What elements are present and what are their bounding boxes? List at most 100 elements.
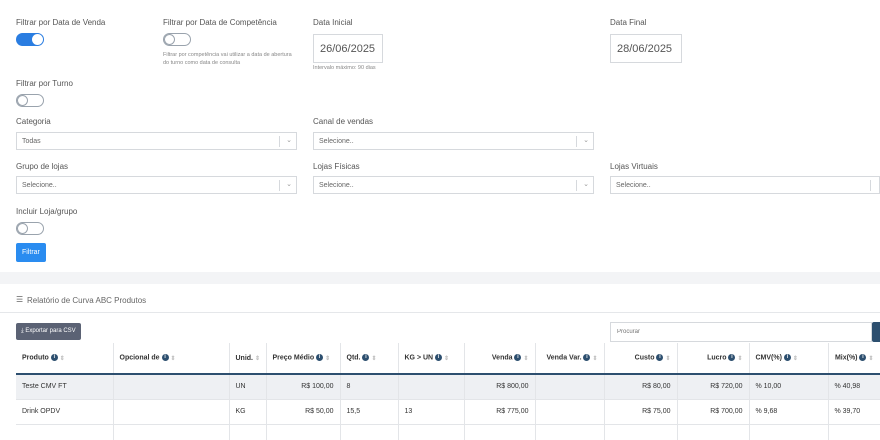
turno-label: Filtrar por Turno xyxy=(16,79,73,88)
select-divider xyxy=(870,180,871,191)
info-icon: i xyxy=(583,354,591,362)
data-competencia-label: Filtrar por Data de Competência xyxy=(163,18,277,27)
categoria-label: Categoria xyxy=(16,117,51,126)
info-icon: i xyxy=(316,354,324,362)
data-final-label: Data Final xyxy=(610,18,647,27)
cell-produto: Drink OPDV xyxy=(16,399,114,425)
info-icon: i xyxy=(783,354,791,362)
cell-produto: Teste CMV FT xyxy=(16,374,114,400)
cell-kgun xyxy=(398,374,465,400)
lojas-virtuais-label: Lojas Virtuais xyxy=(610,162,658,171)
sort-icon: ⇕ xyxy=(868,355,874,362)
grupo-label: Grupo de lojas xyxy=(16,162,69,171)
lojas-fisicas-label: Lojas Físicas xyxy=(313,162,360,171)
incluir-toggle[interactable] xyxy=(16,222,44,235)
info-icon: i xyxy=(161,354,169,362)
info-icon: i xyxy=(50,354,58,362)
table-header-row: Produto i ⇕ Opcional de i ⇕ Unid. ⇕ Preço M… xyxy=(16,343,880,375)
data-venda-toggle[interactable] xyxy=(16,33,44,46)
report-header-divider xyxy=(0,312,880,313)
cell-custo: R$ 80,00 xyxy=(604,374,678,400)
cell-opcional xyxy=(113,374,230,400)
data-inicial-label: Data Inicial xyxy=(313,18,353,27)
report-title: Relatório de Curva ABC Produtos xyxy=(27,296,147,305)
sort-icon: ⇕ xyxy=(792,355,798,362)
categoria-select[interactable]: Todas ⌄ xyxy=(16,132,297,150)
column-header[interactable]: Preço Médio i ⇕ xyxy=(266,343,341,375)
cell-mix: % 40,98 xyxy=(828,374,880,400)
filtrar-button[interactable]: Filtrar xyxy=(16,243,46,262)
select-divider xyxy=(576,136,577,147)
cell-qtd: 8 xyxy=(340,374,399,400)
data-competencia-toggle[interactable] xyxy=(163,33,191,46)
data-final-input[interactable]: 28/06/2025 xyxy=(610,34,682,63)
info-icon: i xyxy=(859,354,867,362)
column-header[interactable]: Venda Var. i ⇕ xyxy=(535,343,605,375)
sort-icon: ⇕ xyxy=(523,355,529,362)
table-row: Drink OPDV KG R$ 50,00 15,5 13 R$ 775,00… xyxy=(16,399,880,425)
search-input[interactable] xyxy=(610,322,872,342)
sort-icon: ⇕ xyxy=(371,355,377,362)
search-button[interactable] xyxy=(872,322,880,342)
export-csv-button[interactable]: ⤓ Exportar para CSV xyxy=(16,323,81,340)
cell-preco: R$ 50,00 xyxy=(266,399,341,425)
lojas-fisicas-select[interactable]: Selecione.. ⌄ xyxy=(313,176,594,194)
chevron-down-icon: ⌄ xyxy=(286,181,292,188)
report-table: Produto i ⇕ Opcional de i ⇕ Unid. ⇕ Preço M… xyxy=(16,343,880,440)
cell-custo: R$ 75,00 xyxy=(604,399,678,425)
column-header[interactable]: Qtd. i ⇕ xyxy=(340,343,399,375)
data-inicial-input[interactable]: 26/06/2025 xyxy=(313,34,383,63)
cell-opcional xyxy=(113,399,230,425)
turno-toggle[interactable] xyxy=(16,94,44,107)
column-header[interactable]: Lucro i ⇕ xyxy=(677,343,750,375)
select-divider xyxy=(576,180,577,191)
info-icon: i xyxy=(656,354,664,362)
sort-icon: ⇕ xyxy=(592,355,598,362)
lojas-fisicas-value: Selecione.. xyxy=(319,182,354,189)
cell-cmv: % 9,68 xyxy=(749,399,829,425)
canal-label: Canal de vendas xyxy=(313,117,374,126)
grupo-select[interactable]: Selecione.. ⌄ xyxy=(16,176,297,194)
lojas-virtuais-value: Selecione.. xyxy=(616,182,651,189)
list-icon: ☰ xyxy=(16,295,24,304)
cell-qtd: 15,5 xyxy=(340,399,399,425)
cell-kgun: 13 xyxy=(398,399,465,425)
info-icon: i xyxy=(435,354,443,362)
column-header[interactable]: KG > UN i ⇕ xyxy=(398,343,465,375)
column-header[interactable]: Unid. ⇕ xyxy=(229,343,267,375)
cell-unid: KG xyxy=(229,399,267,425)
info-icon: i xyxy=(728,354,736,362)
select-divider xyxy=(279,136,280,147)
column-header[interactable]: Mix(%) i ⇕ xyxy=(828,343,880,375)
sort-icon: ⇕ xyxy=(737,355,743,362)
column-header[interactable]: CMV(%) i ⇕ xyxy=(749,343,829,375)
table-row: Teste CMV FT UN R$ 100,00 8 R$ 800,00 R$… xyxy=(16,374,880,400)
sort-icon: ⇕ xyxy=(444,355,450,362)
select-divider xyxy=(279,180,280,191)
cell-venda-var xyxy=(535,399,605,425)
info-icon: i xyxy=(514,354,522,362)
column-header[interactable]: Venda i ⇕ xyxy=(464,343,536,375)
cell-unid: UN xyxy=(229,374,267,400)
cell-preco: R$ 100,00 xyxy=(266,374,341,400)
sort-icon: ⇕ xyxy=(255,355,261,362)
sort-icon: ⇕ xyxy=(170,355,176,362)
chevron-down-icon: ⌄ xyxy=(286,137,292,144)
column-header[interactable]: Custo i ⇕ xyxy=(604,343,678,375)
data-competencia-hint: Filtrar por competência vai utilizar a d… xyxy=(163,52,292,66)
lojas-virtuais-select[interactable]: Selecione.. xyxy=(610,176,880,194)
cell-cmv: % 10,00 xyxy=(749,374,829,400)
chevron-down-icon: ⌄ xyxy=(583,181,589,188)
chevron-down-icon: ⌄ xyxy=(583,137,589,144)
canal-value: Selecione.. xyxy=(319,138,354,145)
sort-icon: ⇕ xyxy=(665,355,671,362)
table-row xyxy=(16,424,880,440)
sort-icon: ⇕ xyxy=(59,355,65,362)
column-header[interactable]: Opcional de i ⇕ xyxy=(113,343,230,375)
cell-lucro: R$ 720,00 xyxy=(677,374,750,400)
cell-lucro: R$ 700,00 xyxy=(677,399,750,425)
cell-mix: % 39,70 xyxy=(828,399,880,425)
cell-venda: R$ 800,00 xyxy=(464,374,536,400)
canal-select[interactable]: Selecione.. ⌄ xyxy=(313,132,594,150)
column-header[interactable]: Produto i ⇕ xyxy=(16,343,114,375)
